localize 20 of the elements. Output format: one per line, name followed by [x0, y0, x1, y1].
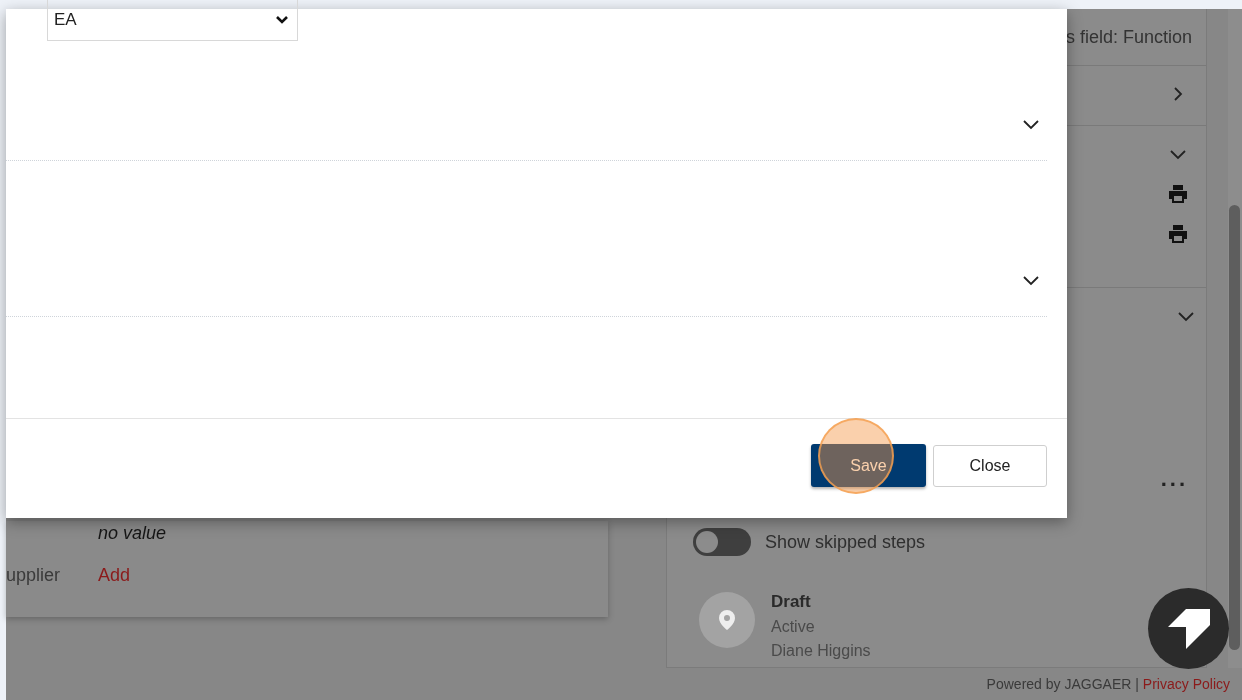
- toggle-label: Show skipped steps: [765, 531, 926, 553]
- location-pin-icon: [718, 609, 736, 631]
- scrollbar-thumb[interactable]: [1229, 205, 1240, 650]
- field-value: no value: [98, 522, 167, 544]
- close-button[interactable]: Close: [933, 444, 1047, 487]
- privacy-link[interactable]: Privacy Policy: [1142, 676, 1230, 692]
- unit-select[interactable]: EA: [47, 0, 298, 41]
- save-button[interactable]: Save: [811, 444, 926, 487]
- more-button[interactable]: ...: [1160, 466, 1188, 492]
- printer-icon[interactable]: [1168, 184, 1188, 204]
- toggle-switch[interactable]: [693, 528, 751, 556]
- field-label: upplier: [6, 564, 62, 586]
- add-link[interactable]: Add: [98, 564, 131, 586]
- step-status: Active: [771, 618, 816, 636]
- powered-by-text: Powered by JAGGAER |: [986, 676, 1139, 692]
- panel-header-text: s field: Function: [1065, 26, 1192, 48]
- printer-icon[interactable]: [1168, 224, 1188, 244]
- step-title: Draft: [771, 592, 812, 612]
- step-person: Diane Higgins: [771, 642, 871, 660]
- chevron-down-icon: [275, 15, 289, 25]
